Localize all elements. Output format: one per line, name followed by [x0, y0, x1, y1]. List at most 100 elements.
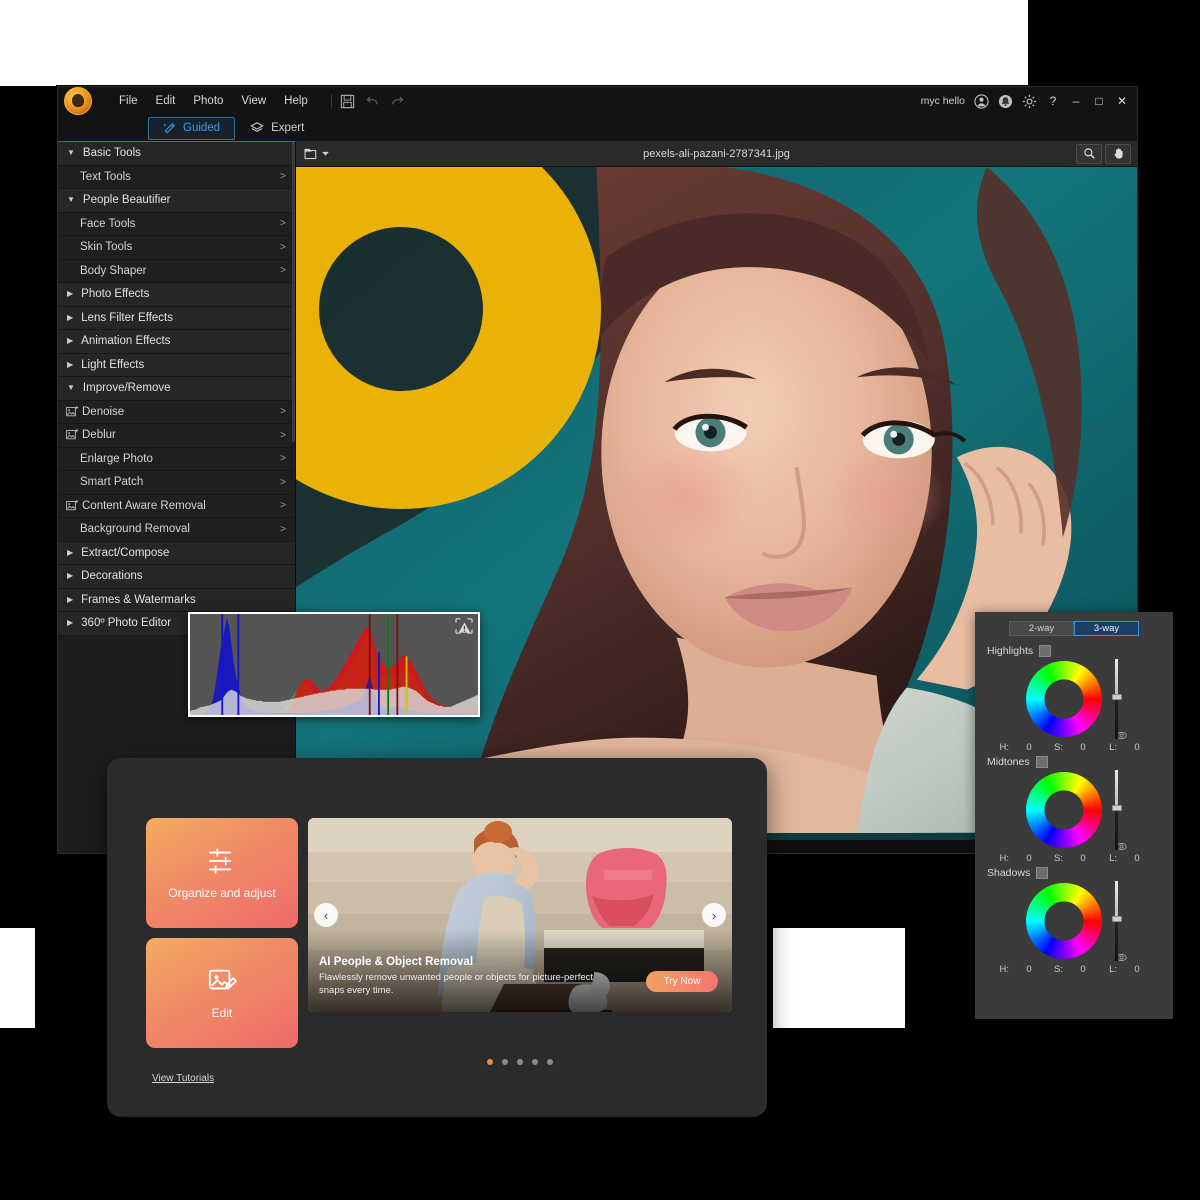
saturation-value[interactable]: 0 — [1067, 742, 1099, 753]
sidebar-scrollbar[interactable] — [292, 142, 295, 442]
tile-label: Edit — [211, 1005, 233, 1020]
sidebar-group-frames-watermarks[interactable]: ▶ Frames & Watermarks — [58, 588, 295, 612]
zoom-tool-button[interactable] — [1076, 143, 1102, 164]
sidebar-group-light-effects[interactable]: ▶ Light Effects — [58, 353, 295, 377]
sidebar-group-improve-remove[interactable]: ▼ Improve/Remove — [58, 377, 295, 401]
sidebar-item-content-aware-removal[interactable]: Content Aware Removal > — [58, 494, 295, 518]
color-wheel-panel: 2-way 3-way Highlights H: 0 S: 0 L: 0 Midtones H… — [975, 612, 1173, 1019]
sidebar-group-label: Improve/Remove — [82, 382, 171, 395]
saturation-label: S: — [1054, 742, 1063, 753]
view-tutorials-link[interactable]: View Tutorials — [152, 1073, 214, 1084]
menu-item-file[interactable]: File — [110, 87, 147, 115]
sidebar-group-animation-effects[interactable]: ▶ Animation Effects — [58, 330, 295, 354]
hand-tool-button[interactable] — [1105, 143, 1131, 164]
menu-item-help[interactable]: Help — [275, 87, 317, 115]
sidebar-group-lens-filter-effects[interactable]: ▶ Lens Filter Effects — [58, 306, 295, 330]
menu-item-view[interactable]: View — [232, 87, 275, 115]
save-icon[interactable] — [340, 94, 355, 109]
hue-value[interactable]: 0 — [1013, 853, 1045, 864]
color-section-label: Shadows — [987, 867, 1031, 879]
undo-icon[interactable] — [365, 94, 380, 109]
carousel-prev-button[interactable]: ‹ — [314, 903, 338, 927]
tile-organize-and-adjust[interactable]: Organize and adjust — [146, 818, 298, 928]
luminance-slider-midtones[interactable] — [1111, 770, 1123, 850]
redo-icon[interactable] — [390, 94, 405, 109]
lightness-value[interactable]: 0 — [1121, 964, 1153, 975]
color-swatch-highlights[interactable] — [1039, 645, 1052, 657]
hue-value[interactable]: 0 — [1013, 742, 1045, 753]
maximize-button[interactable]: □ — [1092, 94, 1106, 108]
chevron-right-icon: > — [280, 453, 286, 465]
color-wheel-midtones[interactable] — [1025, 772, 1102, 848]
help-button[interactable]: ? — [1046, 94, 1060, 108]
chevron-right-icon: > — [280, 241, 286, 253]
sidebar-item-deblur[interactable]: Deblur > — [58, 424, 295, 448]
tab-2-way[interactable]: 2-way — [1009, 621, 1074, 636]
color-wheel-shadows[interactable] — [1025, 883, 1102, 959]
luminance-slider-shadows[interactable] — [1111, 881, 1123, 961]
tab-expert[interactable]: Expert — [235, 117, 319, 140]
hue-value[interactable]: 0 — [1013, 964, 1045, 975]
notification-icon[interactable] — [998, 94, 1013, 109]
user-label: myc hello — [920, 95, 965, 107]
gear-icon[interactable] — [1022, 94, 1037, 109]
tile-edit[interactable]: Edit — [146, 938, 298, 1048]
sidebar-group-basic-tools[interactable]: ▼ Basic Tools — [58, 142, 295, 166]
sidebar-item-body-shaper[interactable]: Body Shaper > — [58, 259, 295, 283]
slider-knob[interactable] — [1111, 805, 1122, 812]
close-button[interactable]: ✕ — [1115, 94, 1129, 108]
carousel-dot[interactable] — [517, 1059, 523, 1065]
lightness-value[interactable]: 0 — [1121, 853, 1153, 864]
sidebar-item-smart-patch[interactable]: Smart Patch > — [58, 471, 295, 495]
sidebar-group-label: Lens Filter Effects — [81, 311, 173, 324]
carousel-next-button[interactable]: › — [702, 903, 726, 927]
sidebar-item-enlarge-photo[interactable]: Enlarge Photo > — [58, 447, 295, 471]
chevron-right-icon: > — [280, 523, 286, 535]
clipping-warning-icon[interactable] — [455, 618, 473, 634]
feature-carousel[interactable]: ‹ › AI People & Object Removal Flawlessl… — [308, 818, 732, 1012]
tab-3-way[interactable]: 3-way — [1074, 621, 1139, 636]
color-wheel-highlights[interactable] — [1025, 661, 1102, 737]
ai-badge-icon — [66, 405, 79, 416]
sidebar-item-text-tools[interactable]: Text Tools > — [58, 165, 295, 189]
sidebar-item-denoise[interactable]: Denoise > — [58, 400, 295, 424]
color-section-label: Highlights — [987, 645, 1034, 657]
menu-item-photo[interactable]: Photo — [184, 87, 232, 115]
slider-knob[interactable] — [1111, 694, 1122, 701]
hue-label: H: — [999, 964, 1010, 975]
saturation-value[interactable]: 0 — [1067, 964, 1099, 975]
sidebar-item-background-removal[interactable]: Background Removal > — [58, 518, 295, 542]
minimize-button[interactable]: – — [1069, 94, 1083, 108]
background-block-top — [0, 0, 1028, 86]
hsl-values-midtones: H: 0 S: 0 L: 0 — [987, 853, 1161, 864]
color-section-header-shadows: Shadows — [987, 867, 1161, 879]
sidebar-group-label: Photo Effects — [81, 288, 150, 301]
slider-knob[interactable] — [1111, 916, 1122, 923]
histogram-panel[interactable] — [188, 612, 480, 717]
menu-item-edit[interactable]: Edit — [147, 87, 185, 115]
sidebar-item-face-tools[interactable]: Face Tools > — [58, 212, 295, 236]
account-icon[interactable] — [974, 93, 989, 109]
lightness-value[interactable]: 0 — [1121, 742, 1153, 753]
saturation-value[interactable]: 0 — [1067, 853, 1099, 864]
carousel-dot[interactable] — [532, 1059, 538, 1065]
color-swatch-midtones[interactable] — [1035, 756, 1048, 768]
try-now-button[interactable]: Try Now — [646, 971, 718, 992]
folder-dropdown-icon[interactable] — [304, 147, 329, 161]
quick-toolbar — [340, 94, 405, 109]
carousel-dot[interactable] — [502, 1059, 508, 1065]
sidebar-group-photo-effects[interactable]: ▶ Photo Effects — [58, 283, 295, 307]
chevron-right-icon: > — [280, 476, 286, 488]
sidebar-group-people-beautifier[interactable]: ▼ People Beautifier — [58, 189, 295, 213]
color-swatch-shadows[interactable] — [1036, 867, 1049, 879]
luminance-slider-highlights[interactable] — [1111, 659, 1123, 739]
carousel-dot[interactable] — [487, 1059, 493, 1065]
caret-right-icon: ▶ — [67, 289, 74, 299]
caret-right-icon: ▶ — [67, 618, 74, 628]
tab-guided[interactable]: Guided — [148, 116, 236, 140]
sidebar-group-decorations[interactable]: ▶ Decorations — [58, 565, 295, 589]
histogram-spike — [387, 614, 390, 715]
sidebar-item-skin-tools[interactable]: Skin Tools > — [58, 236, 295, 260]
carousel-dot[interactable] — [547, 1059, 553, 1065]
sidebar-group-extract-compose[interactable]: ▶ Extract/Compose — [58, 541, 295, 565]
